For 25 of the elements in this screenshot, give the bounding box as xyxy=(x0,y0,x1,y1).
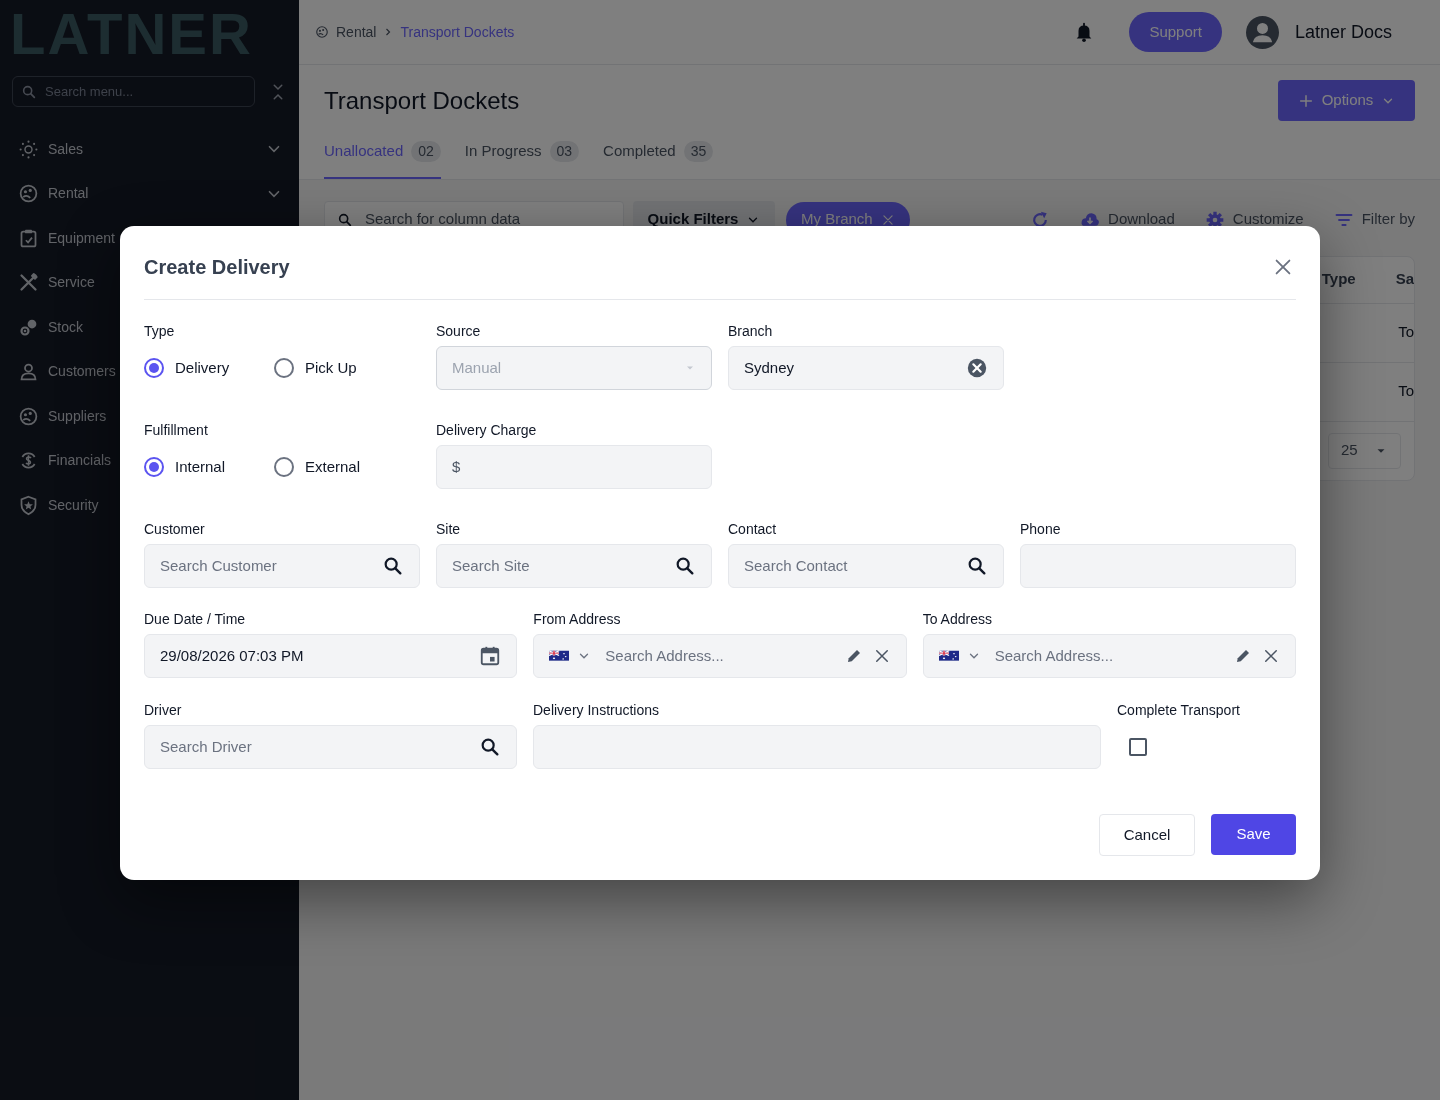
count-badge: 02 xyxy=(411,140,441,162)
field-label: To Address xyxy=(922,610,993,629)
field-label: Due Date / Time xyxy=(144,610,247,629)
column-header: Type xyxy=(1321,269,1356,290)
field-label: Type xyxy=(144,322,176,341)
dialog-title: Create Delivery xyxy=(144,255,290,280)
table-cell-text: To xyxy=(1398,381,1414,402)
field-label: Phone xyxy=(1020,520,1062,539)
user-name: Latner Docs xyxy=(1294,20,1392,44)
field-label: Delivery Charge xyxy=(436,421,538,440)
field-label: Delivery Instructions xyxy=(533,701,661,720)
field-label: Fulfillment xyxy=(144,421,209,440)
field-label: Branch xyxy=(728,322,774,341)
count-badge: 35 xyxy=(683,140,714,162)
field-label: Source xyxy=(436,322,482,341)
field-label: Contact xyxy=(728,520,778,539)
column-header: Sa xyxy=(1395,269,1414,290)
page-title: Transport Dockets xyxy=(324,85,520,116)
field-label: Site xyxy=(436,520,462,539)
field-label: From Address xyxy=(533,610,622,629)
count-badge: 03 xyxy=(549,140,580,162)
table-cell-text: To xyxy=(1398,322,1414,343)
field-label: Complete Transport xyxy=(1117,701,1241,720)
field-label: Driver xyxy=(144,701,183,720)
field-label: Customer xyxy=(144,520,206,539)
